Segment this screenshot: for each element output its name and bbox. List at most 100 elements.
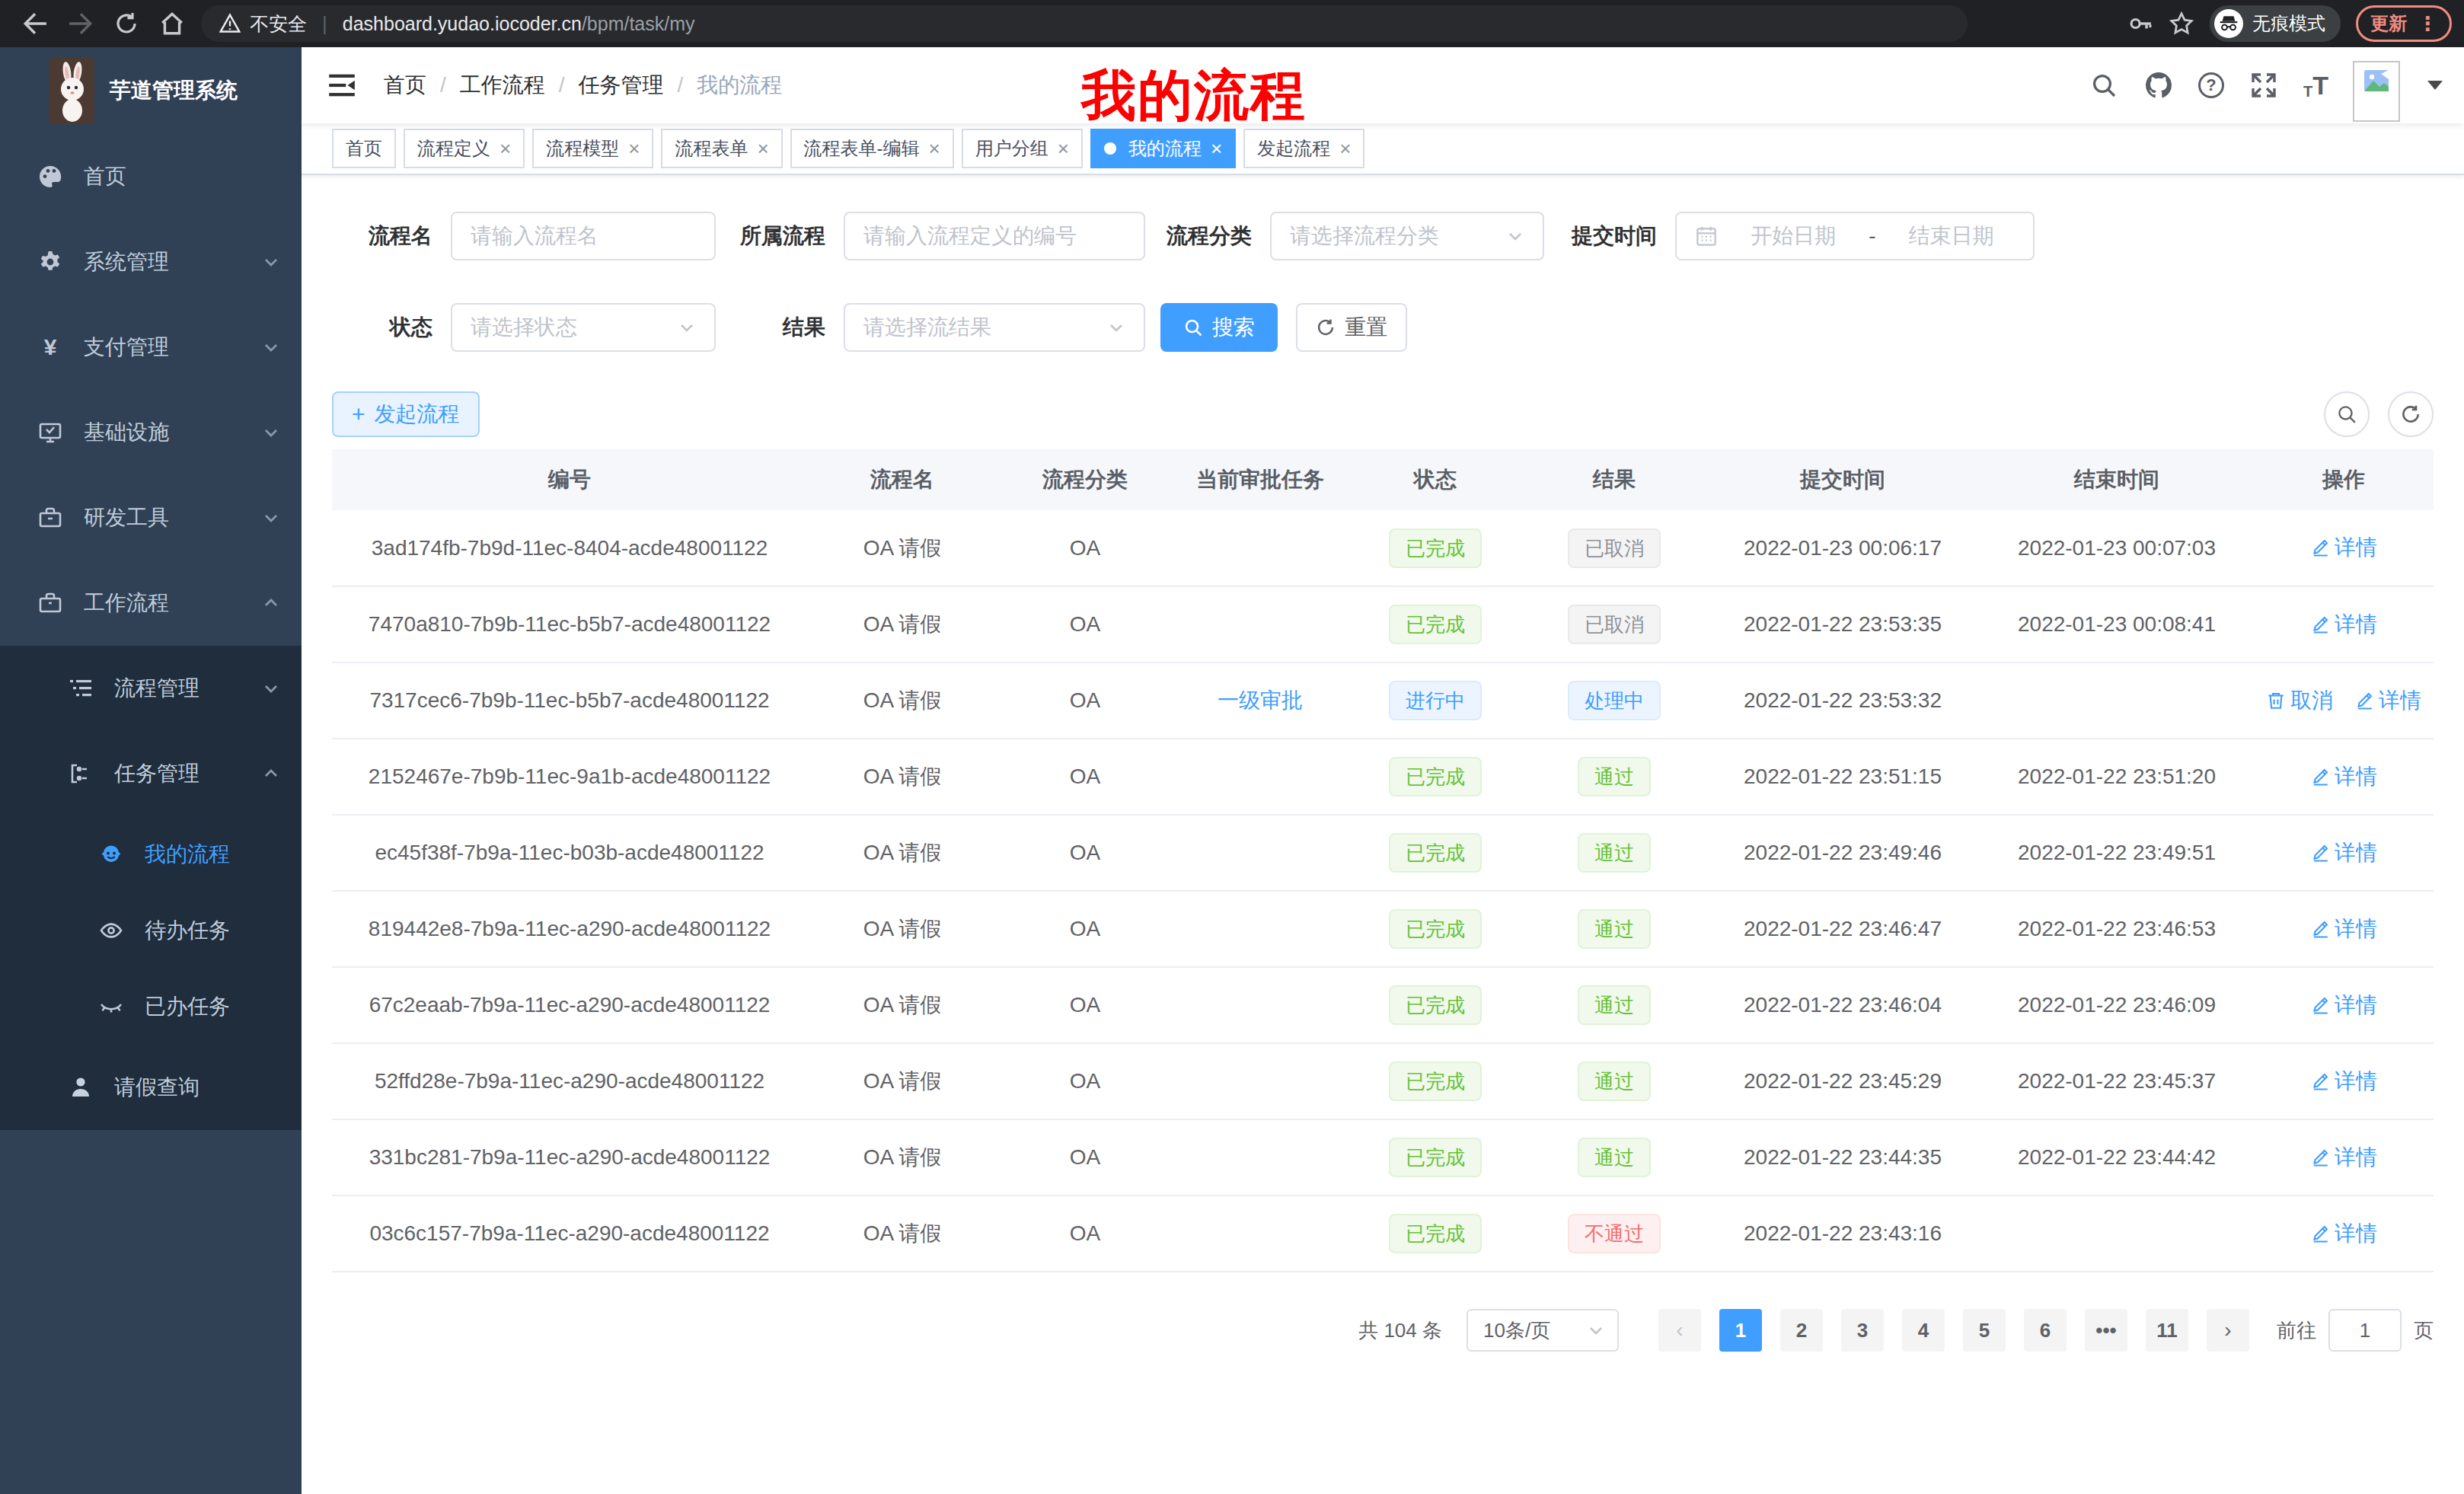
tab-process-def[interactable]: 流程定义× bbox=[404, 129, 525, 168]
page-button-11[interactable]: 11 bbox=[2146, 1309, 2188, 1352]
detail-action[interactable]: 详情 bbox=[2310, 1067, 2377, 1096]
detail-action[interactable]: 详情 bbox=[2310, 838, 2377, 867]
key-icon[interactable] bbox=[2127, 11, 2153, 37]
next-page-button[interactable]: › bbox=[2207, 1309, 2249, 1352]
detail-action[interactable]: 详情 bbox=[2310, 762, 2377, 791]
page-size-select[interactable]: 10条/页 bbox=[1467, 1309, 1619, 1352]
detail-action[interactable]: 详情 bbox=[2310, 533, 2377, 562]
sidebar-item-payment[interactable]: ¥ 支付管理 bbox=[0, 305, 302, 390]
prev-page-button[interactable]: ‹ bbox=[1658, 1309, 1701, 1352]
sidebar-item-process-mgmt[interactable]: 流程管理 bbox=[0, 646, 302, 731]
github-icon[interactable] bbox=[2143, 70, 2174, 101]
detail-action[interactable]: 详情 bbox=[2354, 686, 2421, 715]
close-icon[interactable]: × bbox=[929, 139, 940, 158]
page-button-5[interactable]: 5 bbox=[1963, 1309, 2006, 1352]
close-icon[interactable]: × bbox=[1339, 139, 1351, 158]
breadcrumb-item[interactable]: 首页 bbox=[384, 71, 426, 100]
category-select[interactable]: 请选择流程分类 bbox=[1270, 212, 1544, 260]
sidebar-item-done-tasks[interactable]: 已办任务 bbox=[0, 969, 302, 1045]
result-select[interactable]: 请选择流结果 bbox=[844, 303, 1145, 352]
chevron-down-icon bbox=[262, 338, 280, 356]
sidebar-item-devtools[interactable]: 研发工具 bbox=[0, 475, 302, 560]
sidebar-item-todo-tasks[interactable]: 待办任务 bbox=[0, 892, 302, 969]
avatar-dropdown-icon[interactable] bbox=[2427, 81, 2443, 90]
cancel-action[interactable]: 取消 bbox=[2266, 686, 2333, 715]
sidebar-item-task-mgmt[interactable]: 任务管理 bbox=[0, 731, 302, 816]
detail-action[interactable]: 详情 bbox=[2310, 915, 2377, 943]
submit-time: 2022-01-22 23:46:04 bbox=[1744, 993, 1942, 1017]
hamburger-icon[interactable] bbox=[326, 69, 359, 102]
tab-start-process[interactable]: 发起流程× bbox=[1243, 129, 1364, 168]
security-label[interactable]: 不安全 bbox=[250, 11, 307, 37]
tab-my-process[interactable]: 我的流程× bbox=[1090, 129, 1236, 168]
tab-user-group[interactable]: 用户分组× bbox=[962, 129, 1083, 168]
process-name-input[interactable] bbox=[451, 212, 716, 260]
detail-action[interactable]: 详情 bbox=[2310, 1219, 2377, 1248]
sidebar-logo[interactable]: 芋道管理系统 bbox=[0, 47, 302, 134]
tab-process-form-edit[interactable]: 流程表单-编辑× bbox=[790, 129, 954, 168]
current-task-link[interactable]: 一级审批 bbox=[1218, 688, 1303, 712]
browser-refresh-icon[interactable] bbox=[104, 0, 149, 47]
process-def-input[interactable] bbox=[844, 212, 1145, 260]
sidebar-item-home[interactable]: 首页 bbox=[0, 134, 302, 219]
avatar[interactable] bbox=[2353, 61, 2400, 122]
breadcrumb-item[interactable]: 工作流程 bbox=[460, 71, 545, 100]
sidebar-item-infra[interactable]: 基础设施 bbox=[0, 390, 302, 475]
close-icon[interactable]: × bbox=[1211, 139, 1222, 158]
help-icon[interactable]: ? bbox=[2198, 72, 2224, 98]
breadcrumb-item[interactable]: 任务管理 bbox=[579, 71, 664, 100]
sidebar-item-system[interactable]: 系统管理 bbox=[0, 219, 302, 305]
reset-button[interactable]: 重置 bbox=[1296, 303, 1407, 352]
browser-home-icon[interactable] bbox=[149, 0, 195, 47]
page-button-3[interactable]: 3 bbox=[1841, 1309, 1884, 1352]
detail-action[interactable]: 详情 bbox=[2310, 1143, 2377, 1172]
create-process-button[interactable]: + 发起流程 bbox=[332, 391, 480, 437]
sidebar-item-my-process[interactable]: 我的流程 bbox=[0, 816, 302, 892]
process-name: OA 请假 bbox=[863, 993, 942, 1017]
tab-process-form[interactable]: 流程表单× bbox=[661, 129, 782, 168]
font-size-icon[interactable]: TT bbox=[2303, 71, 2328, 101]
detail-action[interactable]: 详情 bbox=[2310, 991, 2377, 1020]
close-icon[interactable]: × bbox=[757, 139, 768, 158]
page-button-4[interactable]: 4 bbox=[1902, 1309, 1945, 1352]
tab-process-model[interactable]: 流程模型× bbox=[532, 129, 653, 168]
fullscreen-icon[interactable] bbox=[2249, 70, 2279, 101]
status-select[interactable]: 请选择状态 bbox=[451, 303, 716, 352]
jump-prefix: 前往 bbox=[2277, 1317, 2316, 1344]
search-button[interactable]: 搜索 bbox=[1160, 303, 1278, 352]
column-header: 流程分类 bbox=[997, 449, 1173, 510]
detail-action[interactable]: 详情 bbox=[2310, 610, 2377, 639]
page-button-6[interactable]: 6 bbox=[2024, 1309, 2067, 1352]
sidebar-item-leave-query[interactable]: 请假查询 bbox=[0, 1045, 302, 1130]
chevron-down-icon bbox=[1506, 227, 1524, 245]
jump-page-input[interactable]: 1 bbox=[2328, 1309, 2402, 1352]
browser-chrome: 不安全 | dashboard.yudao.iocoder.cn/bpm/tas… bbox=[0, 0, 2464, 47]
browser-back-icon[interactable] bbox=[12, 0, 58, 47]
tab-home[interactable]: 首页 bbox=[332, 129, 396, 168]
sidebar-item-workflow[interactable]: 工作流程 bbox=[0, 560, 302, 646]
table-row: 67c2eaab-7b9a-11ec-a290-acde48001122 OA … bbox=[332, 967, 2434, 1043]
filter-label: 结果 bbox=[716, 313, 844, 342]
close-icon[interactable]: × bbox=[500, 139, 511, 158]
page-ellipsis[interactable]: ••• bbox=[2085, 1309, 2127, 1352]
column-header: 编号 bbox=[332, 449, 807, 510]
show-search-toggle-button[interactable] bbox=[2324, 391, 2370, 437]
pagination: 共 104 条 10条/页 ‹ 1 2 3 4 5 6 ••• 11 › 前往 … bbox=[332, 1309, 2434, 1352]
browser-menu-icon[interactable]: ⋮ bbox=[2418, 12, 2437, 36]
chevron-down-icon bbox=[262, 679, 280, 698]
end-time: 2022-01-23 00:07:03 bbox=[2018, 536, 2216, 560]
browser-forward-icon[interactable] bbox=[58, 0, 104, 47]
page-button-2[interactable]: 2 bbox=[1780, 1309, 1823, 1352]
close-icon[interactable]: × bbox=[628, 139, 640, 158]
bookmark-star-icon[interactable] bbox=[2169, 11, 2194, 37]
submit-time-range[interactable]: 开始日期 - 结束日期 bbox=[1675, 212, 2035, 260]
close-icon[interactable]: × bbox=[1058, 139, 1069, 158]
page-button-1[interactable]: 1 bbox=[1719, 1309, 1762, 1352]
sidebar-item-label: 基础设施 bbox=[84, 418, 241, 447]
browser-update-button[interactable]: 更新 ⋮ bbox=[2356, 5, 2452, 42]
process-category: OA bbox=[1070, 993, 1100, 1017]
workflow-submenu: 流程管理 任务管理 我的流程 待办任务 已办任务 请假查询 bbox=[0, 646, 302, 1130]
header-search-icon[interactable] bbox=[2089, 70, 2119, 101]
address-bar[interactable]: 不安全 | dashboard.yudao.iocoder.cn/bpm/tas… bbox=[201, 5, 1968, 42]
refresh-table-button[interactable] bbox=[2388, 391, 2434, 437]
